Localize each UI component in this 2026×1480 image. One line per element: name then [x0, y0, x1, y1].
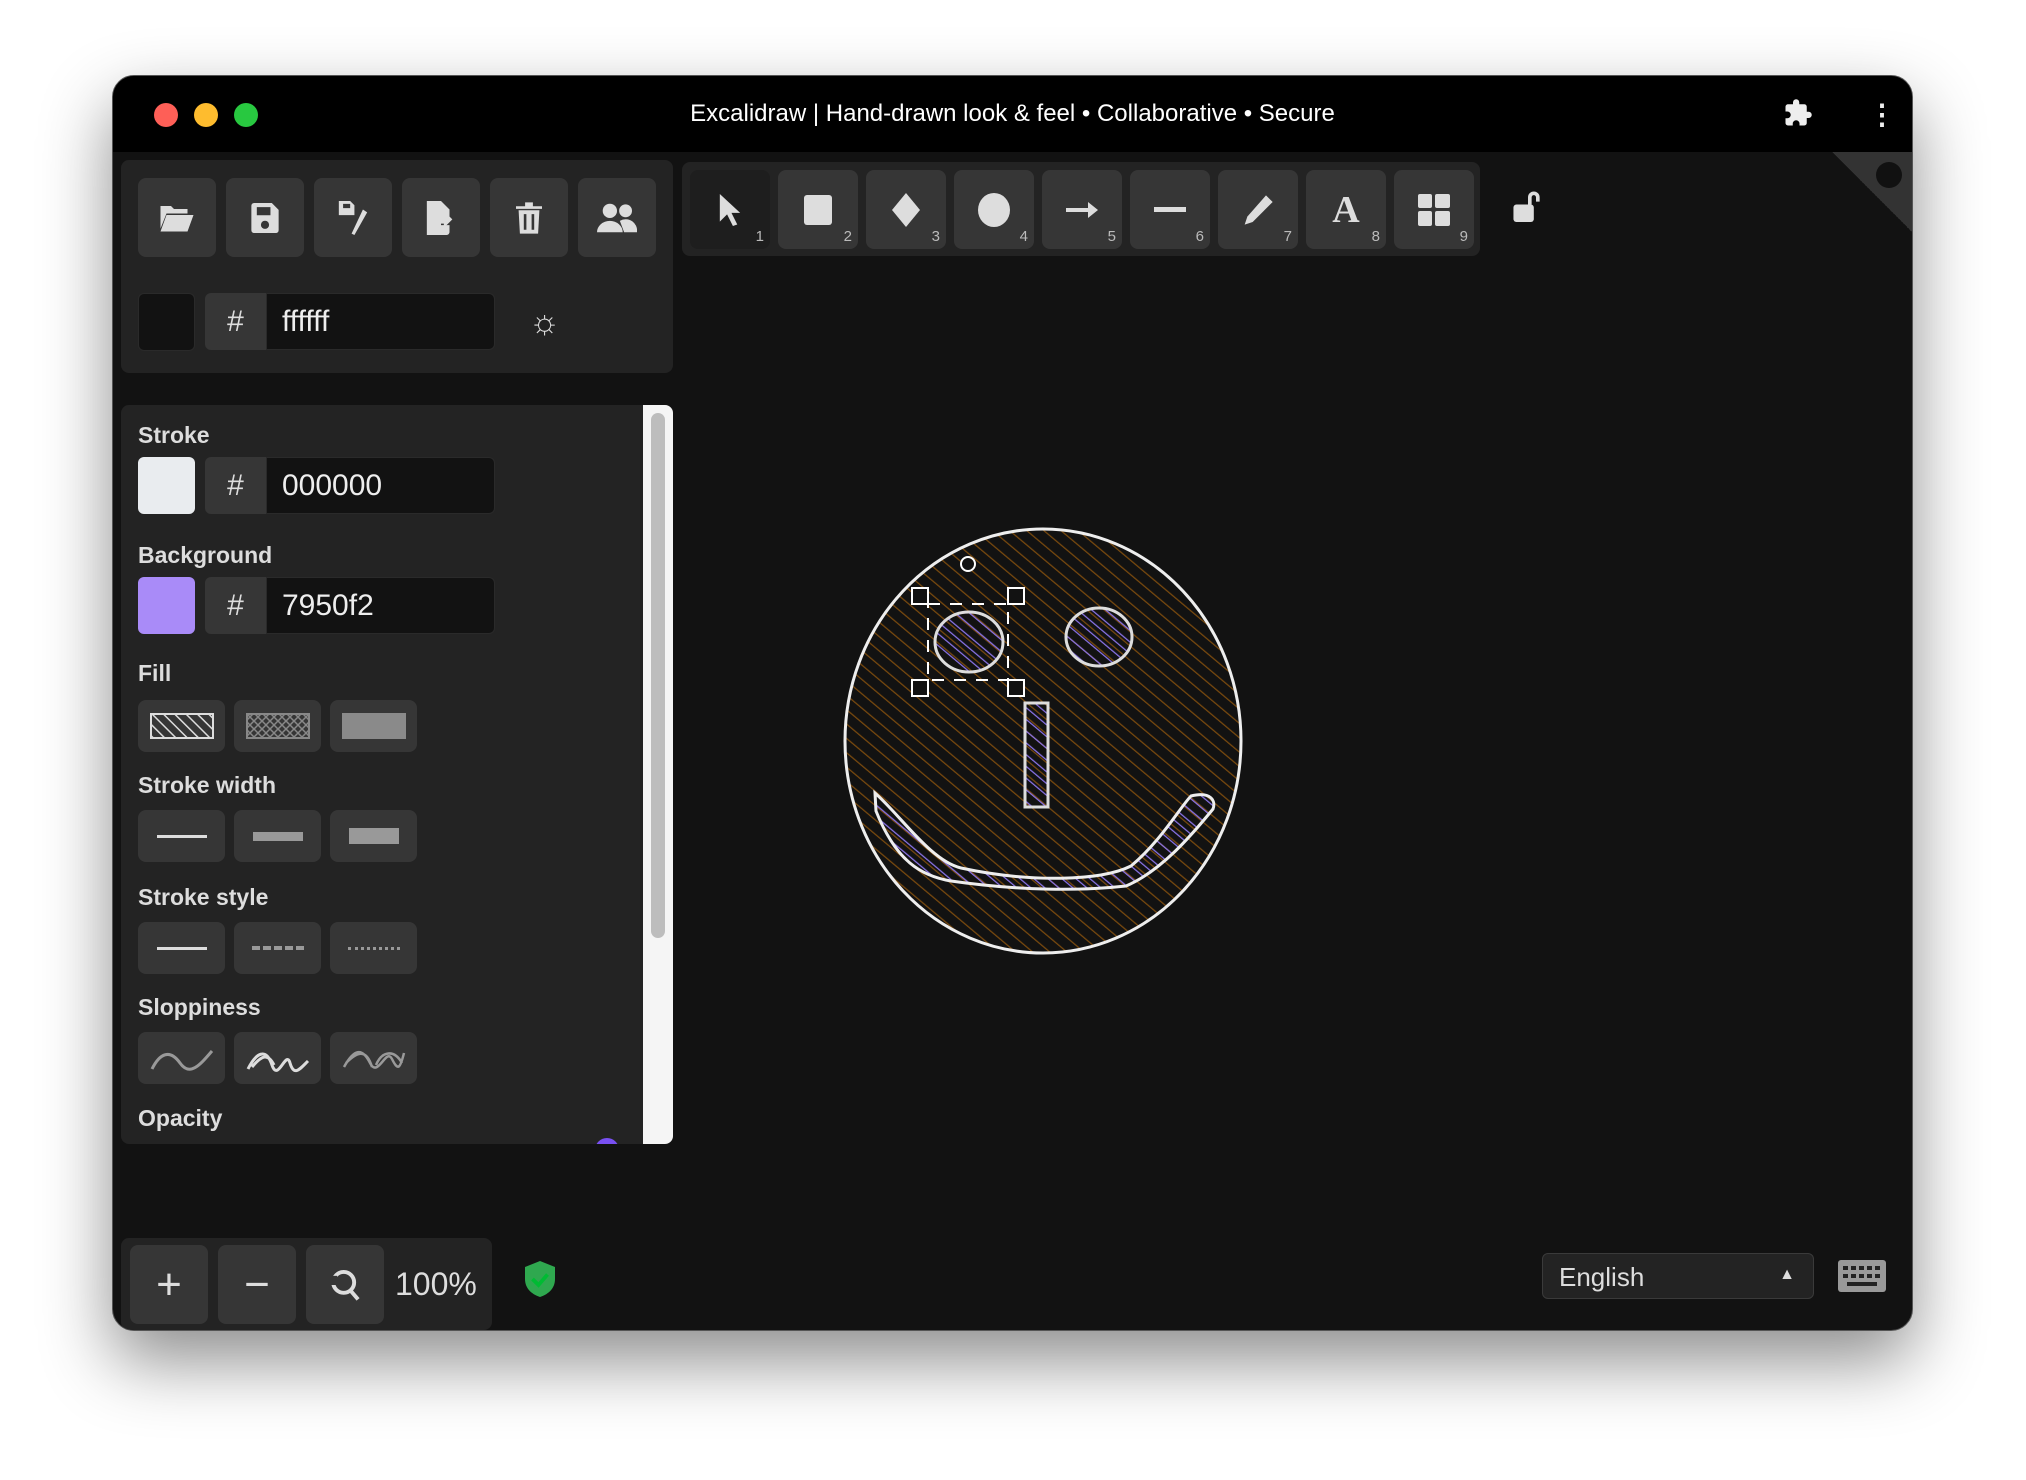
zoom-level: 100%: [395, 1266, 477, 1302]
resize-handle-nw[interactable]: [911, 587, 929, 605]
resize-handle-sw[interactable]: [911, 679, 929, 697]
rotate-handle[interactable]: [960, 556, 976, 572]
keyboard-shortcuts-icon[interactable]: [1837, 1259, 1887, 1298]
zoom-in-button[interactable]: +: [130, 1245, 208, 1324]
app-window: Excalidraw | Hand-drawn look & feel • Co…: [112, 75, 1913, 1331]
zoom-panel: + − 100%: [121, 1238, 492, 1330]
zoom-out-button[interactable]: −: [218, 1245, 296, 1324]
right-eye-ellipse[interactable]: [1064, 606, 1134, 668]
encryption-shield-icon[interactable]: [525, 1261, 555, 1302]
caret-up-icon: ▲: [1779, 1266, 1795, 1283]
nose-rectangle[interactable]: [1023, 701, 1050, 809]
language-selected: English: [1559, 1262, 1645, 1292]
drawing-canvas[interactable]: [113, 76, 1913, 1331]
reset-zoom-button[interactable]: [306, 1245, 384, 1324]
language-select[interactable]: English ▲: [1542, 1253, 1814, 1299]
resize-handle-se[interactable]: [1007, 679, 1025, 697]
left-eye-ellipse[interactable]: [933, 610, 1005, 674]
resize-handle-ne[interactable]: [1007, 587, 1025, 605]
